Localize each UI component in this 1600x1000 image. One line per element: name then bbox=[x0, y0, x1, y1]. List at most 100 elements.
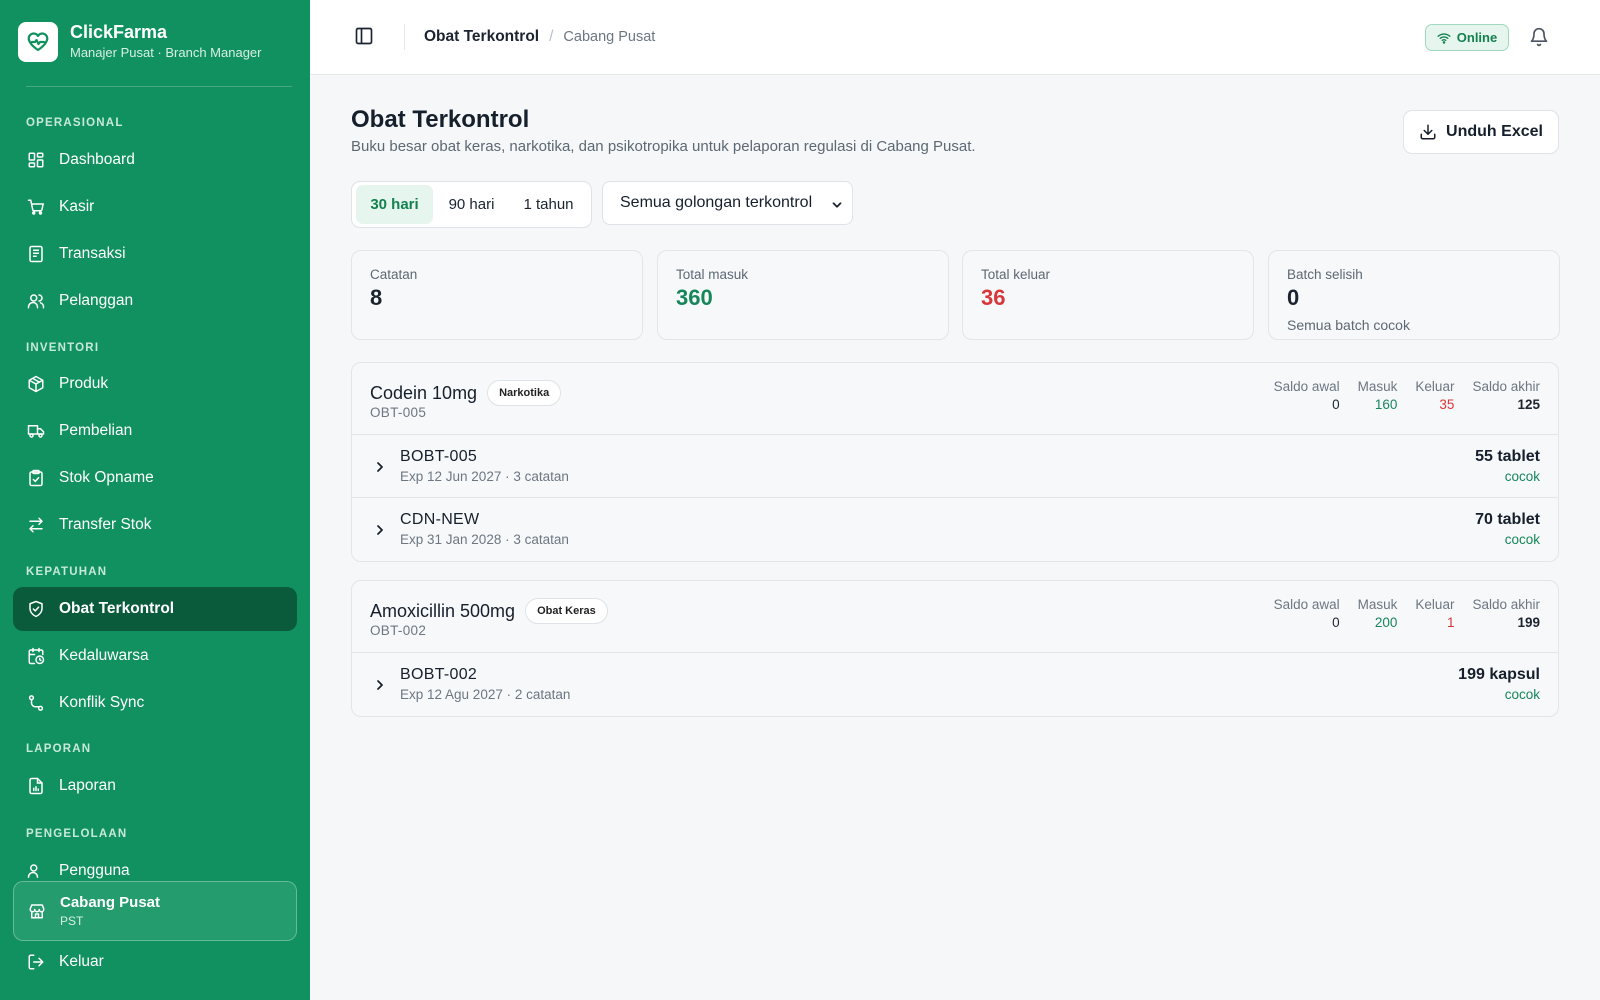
logout-button[interactable]: Keluar bbox=[27, 953, 104, 971]
drug-name-row: Codein 10mg Narkotika bbox=[370, 380, 562, 406]
summary-label: Keluar bbox=[1415, 379, 1455, 394]
sidebar-item-label: Laporan bbox=[59, 777, 116, 794]
sidebar-item-stok-opname[interactable]: Stok Opname bbox=[13, 456, 297, 500]
chevron-right-icon bbox=[377, 462, 383, 472]
sidebar-item-dashboard[interactable]: Dashboard bbox=[13, 138, 297, 182]
summary-saldo-awal: Saldo awal 0 bbox=[1274, 378, 1340, 414]
drug-summary: Saldo awal 0 Masuk 200 Keluar 1 Saldo akhir… bbox=[1256, 596, 1540, 632]
sidebar-item-kedaluwarsa[interactable]: Kedaluwarsa bbox=[13, 634, 297, 678]
range-90-days[interactable]: 90 hari bbox=[433, 185, 510, 224]
batch-row[interactable]: CDN-NEW Exp 31 Jan 2028 · 3 catatan 70 t… bbox=[352, 498, 1558, 561]
drug-class-badge: Obat Keras bbox=[525, 598, 608, 624]
batch-meta: Exp 12 Agu 2027 · 2 catatan bbox=[400, 687, 571, 702]
stat-label: Batch selisih bbox=[1287, 267, 1363, 282]
sidebar-item-kasir[interactable]: Kasir bbox=[13, 185, 297, 229]
summary-label: Masuk bbox=[1357, 379, 1398, 394]
sidebar-item-label: Stok Opname bbox=[59, 469, 154, 486]
sidebar-item-transfer-stok[interactable]: Transfer Stok bbox=[13, 503, 297, 547]
sidebar-item-label: Obat Terkontrol bbox=[59, 600, 175, 617]
sidebar-item-konflik-sync[interactable]: Konflik Sync bbox=[13, 681, 297, 725]
users-icon bbox=[27, 294, 45, 309]
summary-label: Saldo awal bbox=[1273, 379, 1340, 394]
box-icon bbox=[28, 375, 44, 393]
notifications-button[interactable] bbox=[1529, 27, 1549, 52]
stat-card-catatan: Catatan 8 bbox=[351, 250, 643, 340]
batch-quantity: 55 tablet bbox=[1475, 448, 1540, 465]
brand: ClickFarma Manajer Pusat · Branch Manage… bbox=[18, 21, 261, 62]
chevron-right-icon bbox=[377, 680, 383, 690]
breadcrumb-separator: / bbox=[549, 28, 554, 45]
logout-label: Keluar bbox=[59, 953, 104, 970]
drug-group-header: Amoxicillin 500mg Obat Keras OBT-002 Sal… bbox=[352, 581, 1558, 653]
export-excel-button[interactable]: Unduh Excel bbox=[1403, 110, 1559, 154]
cart-icon bbox=[27, 199, 45, 215]
batch-row[interactable]: BOBT-005 Exp 12 Jun 2027 · 3 catatan 55 … bbox=[352, 435, 1558, 498]
stat-value: 0 bbox=[1287, 285, 1300, 310]
stat-value: 360 bbox=[676, 285, 713, 310]
summary-value: 35 bbox=[1439, 397, 1455, 412]
stat-label: Total keluar bbox=[981, 267, 1051, 282]
sidebar-item-label: Transfer Stok bbox=[59, 516, 152, 533]
drug-class-badge: Narkotika bbox=[487, 380, 562, 406]
range-1-year[interactable]: 1 tahun bbox=[510, 185, 587, 224]
page-title: Obat Terkontrol bbox=[351, 106, 530, 133]
summary-saldo-akhir: Saldo akhir 199 bbox=[1472, 596, 1540, 632]
export-excel-label: Unduh Excel bbox=[1446, 123, 1543, 140]
summary-keluar: Keluar 35 bbox=[1415, 378, 1454, 414]
stat-label: Catatan bbox=[370, 267, 418, 282]
sidebar-item-label: Konflik Sync bbox=[59, 694, 145, 711]
online-status-label: Online bbox=[1456, 30, 1498, 45]
drug-code: OBT-005 bbox=[370, 405, 427, 420]
branch-code: PST bbox=[60, 914, 84, 928]
sidebar-item-pelanggan[interactable]: Pelanggan bbox=[13, 279, 297, 323]
sidebar-item-pembelian[interactable]: Pembelian bbox=[13, 409, 297, 453]
sidebar-item-label: Kedaluwarsa bbox=[59, 647, 149, 664]
summary-label: Saldo akhir bbox=[1472, 379, 1540, 394]
batch-code: BOBT-002 bbox=[400, 666, 478, 683]
section-kepatuhan: KEPATUHAN bbox=[26, 566, 108, 578]
stat-card-batch-selisih: Batch selisih 0 Semua batch cocok bbox=[1268, 250, 1560, 340]
sidebar-item-laporan[interactable]: Laporan bbox=[13, 764, 297, 808]
summary-label: Saldo awal bbox=[1273, 597, 1340, 612]
batch-quantity: 199 kapsul bbox=[1458, 666, 1540, 683]
branch-switcher[interactable]: Cabang Pusat PST bbox=[13, 881, 297, 941]
batch-quantity: 70 tablet bbox=[1475, 511, 1540, 528]
drug-group-amoxicillin: Amoxicillin 500mg Obat Keras OBT-002 Sal… bbox=[351, 580, 1559, 717]
batch-code: BOBT-005 bbox=[400, 448, 478, 465]
transfer-icon bbox=[29, 517, 43, 533]
app-subtitle: Manajer Pusat · Branch Manager bbox=[70, 45, 262, 60]
user-icon bbox=[27, 864, 39, 878]
section-laporan: LAPORAN bbox=[26, 743, 92, 755]
class-filter-select[interactable]: Semua golongan terkontrol bbox=[602, 181, 853, 225]
sidebar-toggle-icon bbox=[355, 27, 373, 45]
stat-label: Total masuk bbox=[676, 267, 749, 282]
batch-status: cocok bbox=[1504, 532, 1540, 547]
batch-code: CDN-NEW bbox=[400, 511, 480, 528]
divider bbox=[26, 86, 292, 87]
truck-icon bbox=[27, 425, 45, 438]
stat-value: 8 bbox=[370, 285, 383, 310]
stat-value: 36 bbox=[981, 285, 1006, 310]
range-30-days[interactable]: 30 hari bbox=[356, 185, 433, 224]
bell-icon bbox=[1530, 27, 1548, 47]
summary-masuk: Masuk 200 bbox=[1358, 596, 1398, 632]
sidebar-toggle-button[interactable] bbox=[354, 26, 378, 50]
sidebar-item-obat-terkontrol[interactable]: Obat Terkontrol bbox=[13, 587, 297, 631]
page-description: Buku besar obat keras, narkotika, dan ps… bbox=[351, 138, 976, 155]
drug-group-header: Codein 10mg Narkotika OBT-005 Saldo awal… bbox=[352, 363, 1558, 435]
summary-value: 0 bbox=[1332, 397, 1340, 412]
clipboard-check-icon bbox=[29, 469, 43, 487]
stat-card-total-keluar: Total keluar 36 bbox=[962, 250, 1254, 340]
batch-status: cocok bbox=[1504, 687, 1540, 702]
batch-row[interactable]: BOBT-002 Exp 12 Agu 2027 · 2 catatan 199… bbox=[352, 653, 1558, 716]
sidebar-item-label: Pengguna bbox=[59, 862, 130, 879]
sidebar-item-transaksi[interactable]: Transaksi bbox=[13, 232, 297, 276]
sidebar-item-produk[interactable]: Produk bbox=[13, 362, 297, 406]
store-icon bbox=[29, 904, 45, 919]
sidebar-item-label: Pembelian bbox=[59, 422, 133, 439]
sidebar-item-label: Transaksi bbox=[59, 245, 126, 262]
summary-value: 125 bbox=[1517, 397, 1540, 412]
sidebar: ClickFarma Manajer Pusat · Branch Manage… bbox=[0, 0, 310, 1000]
summary-label: Saldo akhir bbox=[1472, 597, 1540, 612]
batch-meta: Exp 12 Jun 2027 · 3 catatan bbox=[400, 469, 569, 484]
